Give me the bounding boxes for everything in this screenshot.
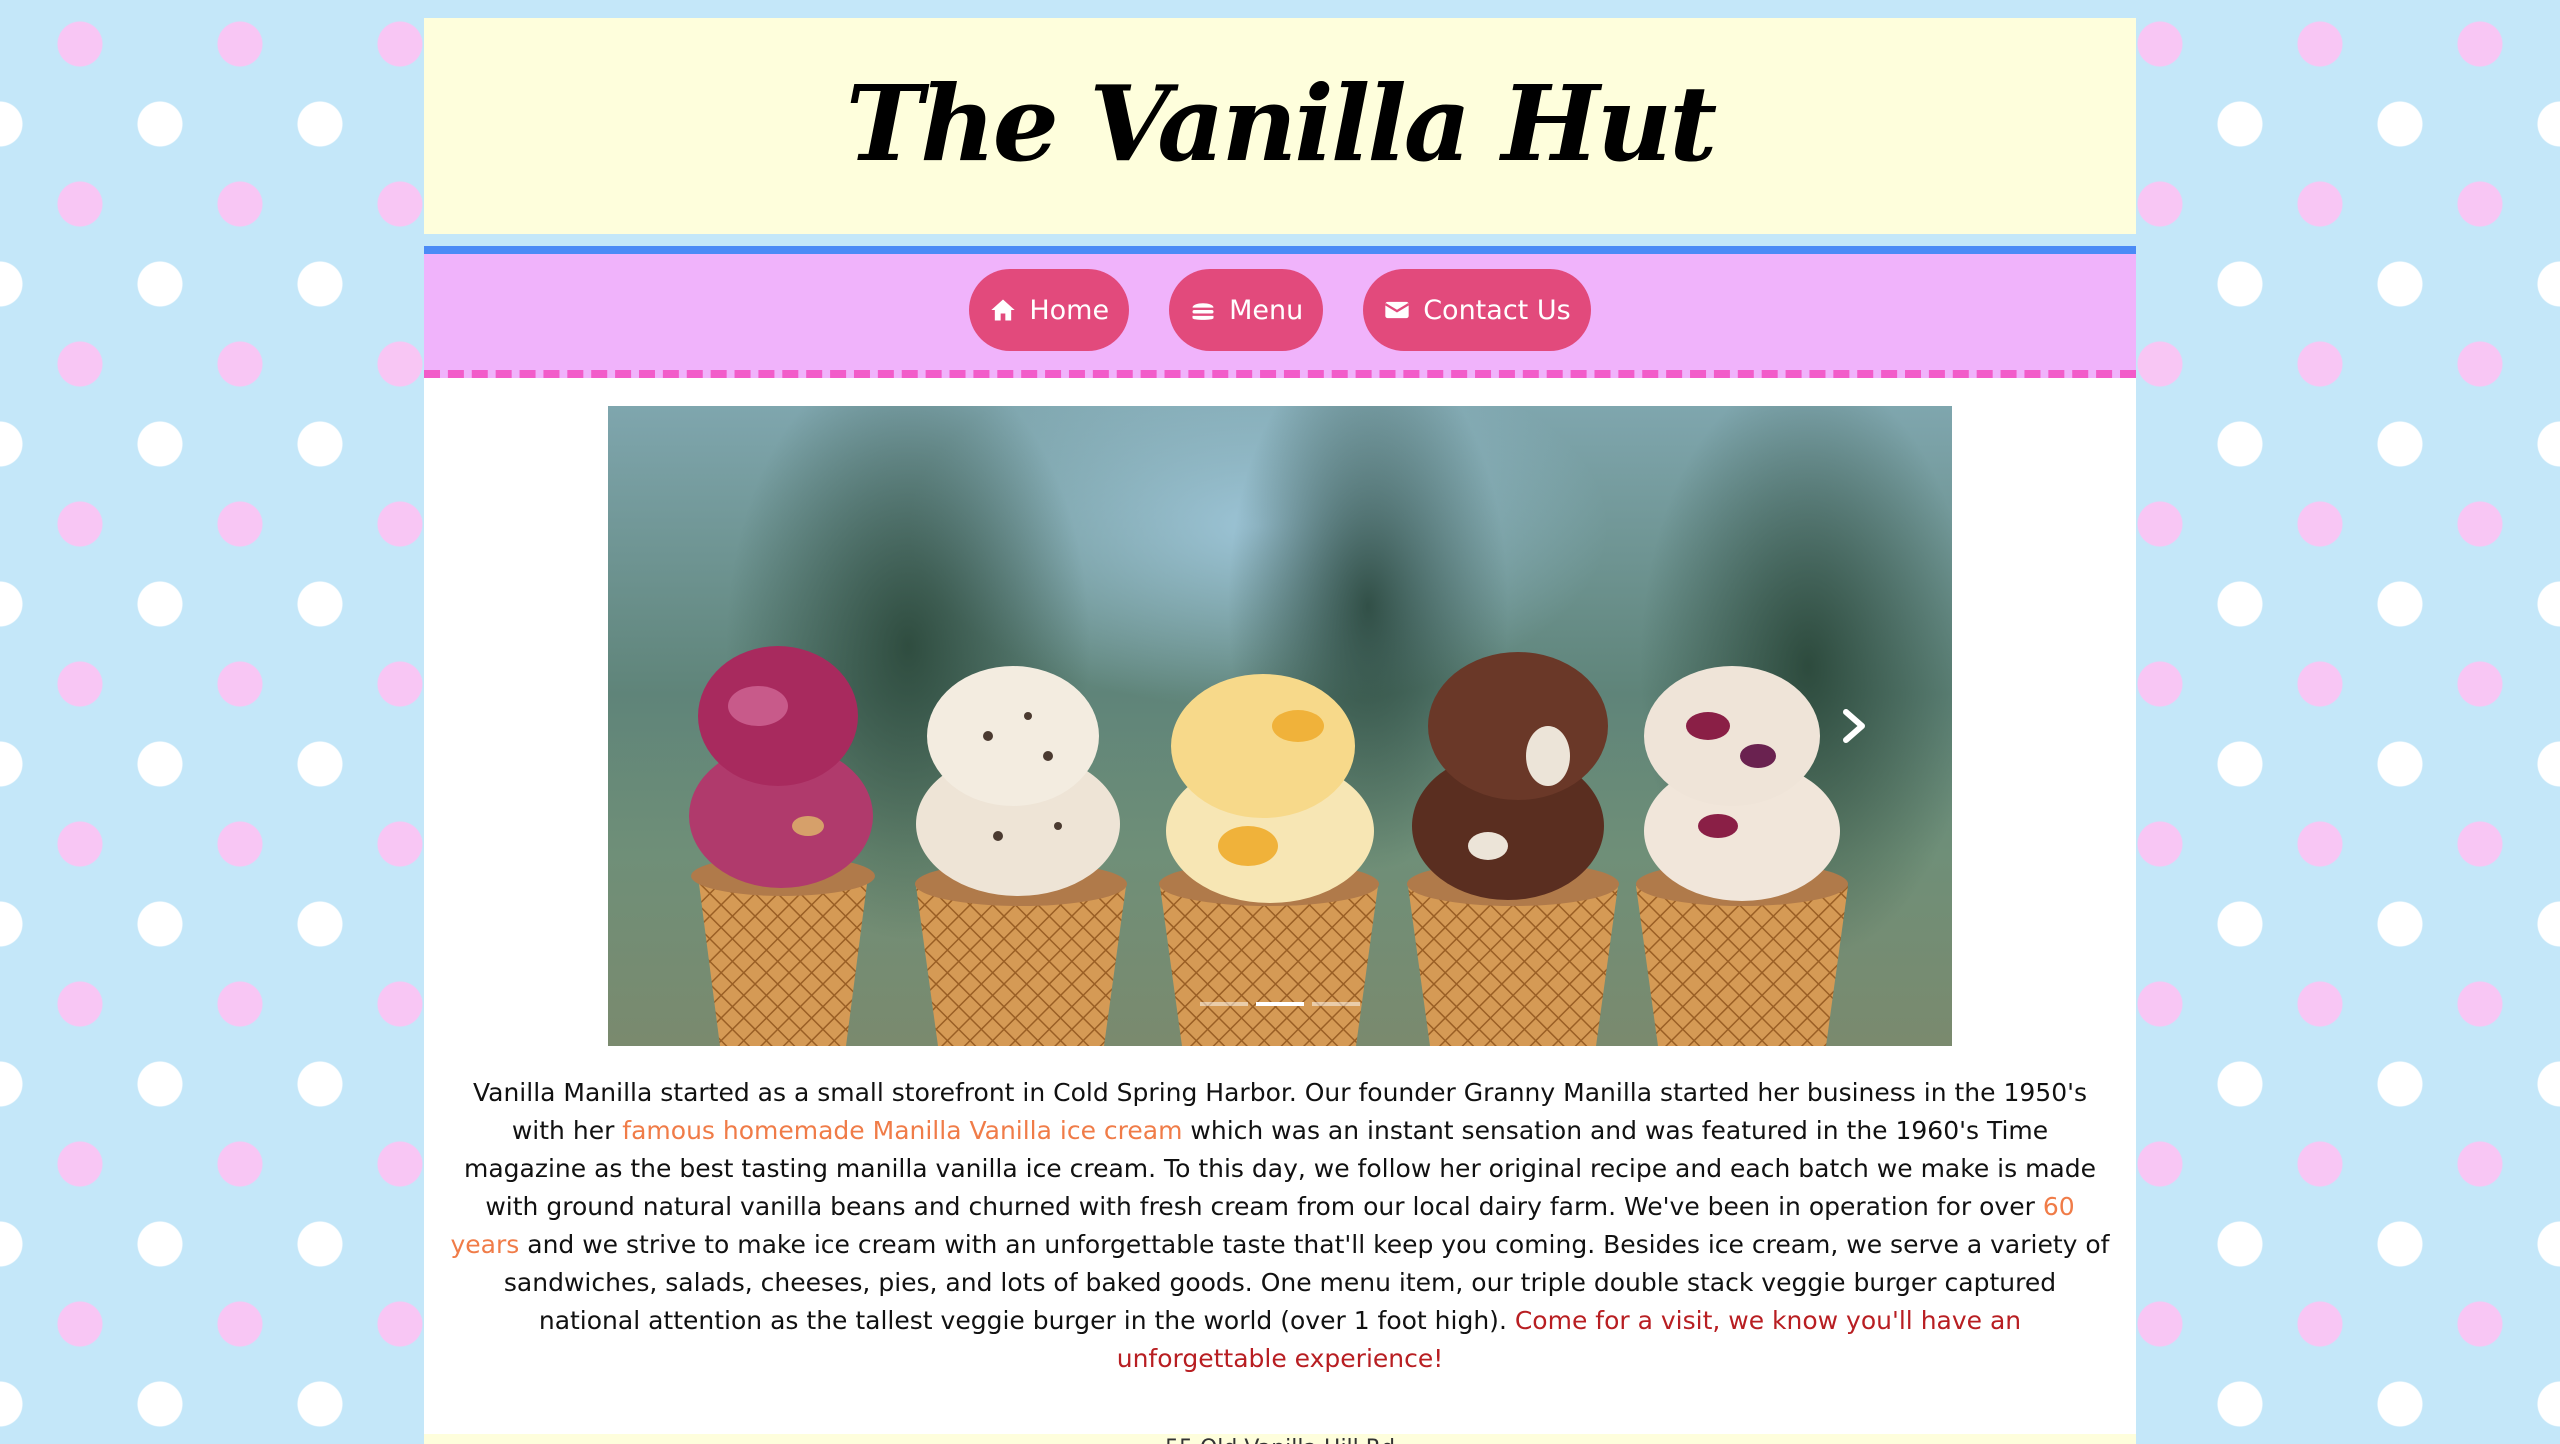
header-divider-blue bbox=[424, 246, 2136, 254]
nav-menu-label: Menu bbox=[1229, 294, 1304, 326]
about-paragraph: Vanilla Manilla started as a small store… bbox=[450, 1074, 2110, 1378]
nav-home-button[interactable]: Home bbox=[969, 269, 1130, 351]
cone-cookies-cream bbox=[915, 666, 1127, 1046]
cone-chocolate bbox=[1407, 652, 1619, 1046]
nav-contact-label: Contact Us bbox=[1423, 294, 1571, 326]
home-icon bbox=[991, 299, 1015, 321]
footer-address: 55 Old Vanilla Hill Rd bbox=[1165, 1436, 1395, 1444]
image-carousel[interactable] bbox=[608, 406, 1952, 1046]
cone-blueberry bbox=[1636, 666, 1848, 1046]
carousel-indicator-2[interactable] bbox=[1256, 1002, 1304, 1006]
chevron-right-icon[interactable] bbox=[1834, 704, 1874, 748]
site-header: The Vanilla Hut bbox=[424, 18, 2136, 234]
carousel-indicator-3[interactable] bbox=[1312, 1002, 1360, 1006]
site-footer: 55 Old Vanilla Hill Rd bbox=[424, 1434, 2136, 1444]
burger-icon bbox=[1192, 303, 1214, 320]
page-container: The Vanilla Hut Home Menu Contact Us Van… bbox=[424, 18, 2136, 1444]
ice-cream-cones-image bbox=[689, 646, 1848, 1046]
main-content: Vanilla Manilla started as a small store… bbox=[424, 378, 2136, 1378]
nav-home-label: Home bbox=[1029, 294, 1110, 326]
carousel-indicator-1[interactable] bbox=[1200, 1002, 1248, 1006]
nav-contact-button[interactable]: Contact Us bbox=[1363, 269, 1591, 351]
carousel-indicators bbox=[608, 1002, 1952, 1006]
main-nav: Home Menu Contact Us bbox=[424, 254, 2136, 378]
page-background: { "site": { "title": "The Vanilla Hut" }… bbox=[0, 0, 2560, 1444]
cone-berry bbox=[689, 646, 875, 1046]
about-highlight-signature: famous homemade Manilla Vanilla ice crea… bbox=[622, 1116, 1183, 1145]
cone-mango-swirl bbox=[1159, 674, 1379, 1046]
nav-menu-button[interactable]: Menu bbox=[1169, 269, 1324, 351]
site-title: The Vanilla Hut bbox=[845, 61, 1718, 185]
header-divider-light bbox=[424, 234, 2136, 246]
envelope-icon bbox=[1384, 301, 1410, 319]
